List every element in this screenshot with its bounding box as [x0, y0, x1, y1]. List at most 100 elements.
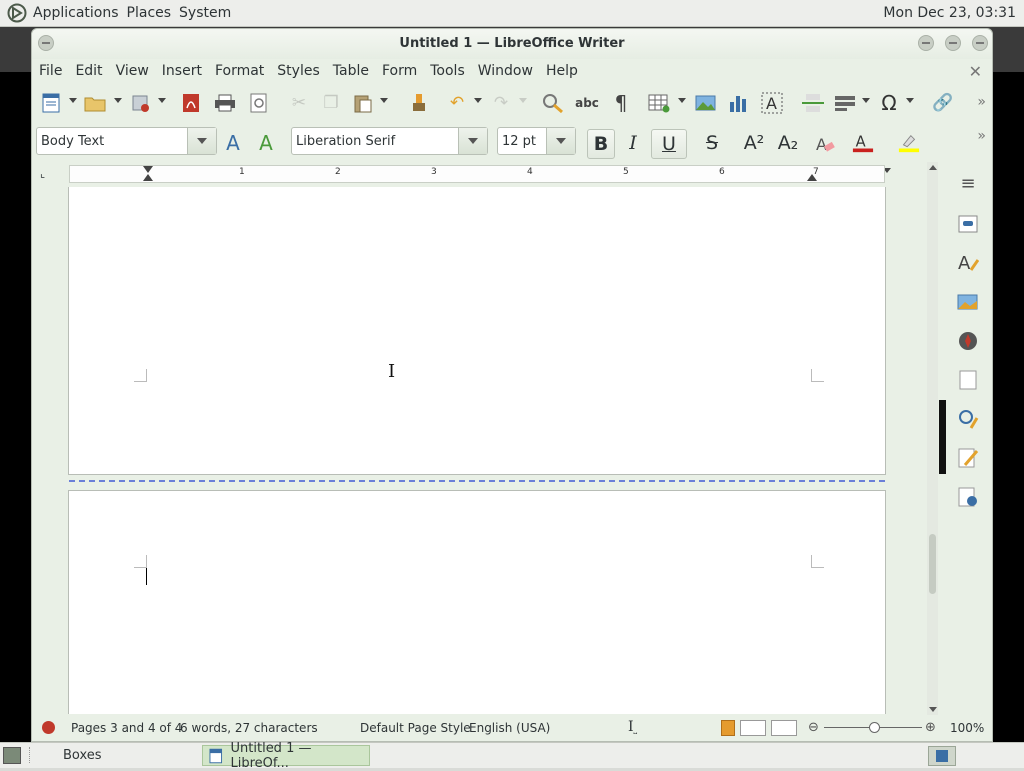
italic-button[interactable]: I	[620, 129, 646, 157]
highlight-color-icon[interactable]	[898, 132, 920, 154]
page-3[interactable]: I	[68, 187, 886, 475]
new-document-icon[interactable]	[40, 92, 62, 114]
minimize-button[interactable]	[918, 35, 934, 51]
menu-help[interactable]: Help	[539, 63, 584, 79]
workspace-switcher[interactable]	[928, 746, 956, 766]
spelling-icon[interactable]: abc	[575, 92, 599, 114]
menu-insert[interactable]: Insert	[155, 63, 208, 79]
special-character-dropdown-icon[interactable]	[906, 98, 914, 103]
page-count[interactable]: Pages 3 and 4 of 4	[71, 721, 182, 735]
window-titlebar[interactable]: Untitled 1 — LibreOffice Writer	[32, 29, 992, 59]
cut-icon[interactable]: ✂	[288, 92, 310, 114]
subscript-button[interactable]: A₂	[772, 129, 804, 157]
sidebar-collapse-handle[interactable]	[939, 400, 946, 474]
special-character-icon[interactable]: Ω	[878, 91, 900, 115]
zoom-out-icon[interactable]: ⊖	[808, 720, 819, 735]
menu-format[interactable]: Format	[208, 63, 270, 79]
new-dropdown-icon[interactable]	[69, 98, 77, 103]
menu-file[interactable]: File	[32, 63, 68, 79]
font-name-value[interactable]: Liberation Serif	[292, 134, 458, 149]
selection-mode-icon[interactable]: I ⎵	[628, 719, 637, 735]
paragraph-style-value[interactable]: Body Text	[37, 134, 187, 149]
undo-dropdown-icon[interactable]	[474, 98, 482, 103]
menu-edit[interactable]: Edit	[68, 63, 108, 79]
insert-field-icon[interactable]	[834, 92, 856, 114]
show-desktop-icon[interactable]	[3, 747, 21, 764]
scroll-down-arrow-icon[interactable]	[929, 707, 937, 712]
copy-icon[interactable]: ❐	[320, 92, 342, 114]
scrollbar-thumb[interactable]	[929, 534, 936, 594]
font-name-dropdown-icon[interactable]	[458, 128, 487, 154]
menu-table[interactable]: Table	[326, 63, 375, 79]
bold-button[interactable]: B	[587, 129, 615, 159]
page-4[interactable]	[68, 490, 886, 714]
open-folder-icon[interactable]	[84, 92, 106, 114]
export-pdf-icon[interactable]	[180, 92, 202, 114]
strikethrough-button[interactable]: S	[699, 129, 725, 157]
font-color-icon[interactable]: A	[852, 132, 874, 154]
paste-icon[interactable]	[352, 92, 374, 114]
design-icon[interactable]	[955, 484, 981, 510]
redo-icon[interactable]: ↷	[490, 92, 512, 114]
taskbar-item-writer[interactable]: Untitled 1 — LibreOf...	[202, 741, 370, 771]
menu-styles[interactable]: Styles	[270, 63, 325, 79]
document-area[interactable]: I	[32, 187, 927, 714]
formatting-overflow-icon[interactable]: »	[977, 128, 986, 144]
superscript-button[interactable]: A²	[738, 129, 770, 157]
word-count[interactable]: 6 words, 27 characters	[180, 721, 318, 735]
font-size-value[interactable]: 12 pt	[498, 134, 546, 149]
open-dropdown-icon[interactable]	[114, 98, 122, 103]
insert-table-icon[interactable]	[648, 92, 670, 114]
zoom-level[interactable]: 100%	[950, 721, 984, 735]
menu-form[interactable]: Form	[375, 63, 423, 79]
gallery-icon[interactable]	[955, 289, 981, 315]
close-document-icon[interactable]: ✕	[969, 62, 982, 81]
vertical-scrollbar[interactable]	[927, 162, 938, 715]
formatting-marks-icon[interactable]: ¶	[610, 91, 632, 115]
undo-icon[interactable]: ↶	[446, 92, 468, 114]
print-icon[interactable]	[214, 92, 236, 114]
document-modified-icon[interactable]	[42, 721, 55, 734]
scroll-up-arrow-icon[interactable]	[929, 165, 937, 170]
toolbar-overflow-icon[interactable]: »	[977, 94, 986, 110]
menu-tools[interactable]: Tools	[423, 63, 471, 79]
save-dropdown-icon[interactable]	[158, 98, 166, 103]
redo-dropdown-icon[interactable]	[519, 98, 527, 103]
clear-formatting-icon[interactable]: A	[814, 133, 836, 155]
field-dropdown-icon[interactable]	[862, 98, 870, 103]
menu-window[interactable]: Window	[471, 63, 539, 79]
page-style[interactable]: Default Page Style	[360, 721, 471, 735]
properties-icon[interactable]	[955, 211, 981, 237]
update-style-icon[interactable]: A	[222, 131, 244, 155]
save-icon[interactable]	[130, 92, 152, 114]
sidebar-menu-icon[interactable]: ≡	[955, 170, 981, 196]
font-name-combo[interactable]: Liberation Serif	[291, 127, 488, 155]
insert-image-icon[interactable]	[695, 92, 717, 114]
style-inspector-icon[interactable]	[955, 406, 981, 432]
taskbar-item-boxes[interactable]: Boxes	[63, 745, 102, 766]
table-dropdown-icon[interactable]	[678, 98, 686, 103]
places-menu[interactable]: Places	[125, 5, 178, 21]
applications-menu[interactable]: Applications	[31, 5, 125, 21]
system-menu[interactable]: System	[177, 5, 237, 21]
paragraph-style-dropdown-icon[interactable]	[187, 128, 216, 154]
navigator-icon[interactable]	[955, 328, 981, 354]
left-indent-marker[interactable]	[143, 166, 153, 173]
font-size-combo[interactable]: 12 pt	[497, 127, 576, 155]
horizontal-ruler[interactable]: 1 2 3 4 5 6 7	[69, 165, 885, 183]
zoom-in-icon[interactable]: ⊕	[925, 720, 936, 735]
first-line-indent-marker[interactable]	[143, 174, 153, 181]
language[interactable]: English (USA)	[469, 721, 550, 735]
maximize-button[interactable]	[945, 35, 961, 51]
paragraph-style-combo[interactable]: Body Text	[36, 127, 217, 155]
new-style-icon[interactable]: A	[255, 131, 277, 155]
page-icon[interactable]	[955, 367, 981, 393]
book-view-icon[interactable]	[771, 720, 797, 736]
manage-changes-icon[interactable]	[955, 445, 981, 471]
paste-dropdown-icon[interactable]	[380, 98, 388, 103]
font-size-dropdown-icon[interactable]	[546, 128, 575, 154]
clone-formatting-icon[interactable]	[408, 92, 430, 114]
tab-selector-icon[interactable]: ⌞	[40, 167, 45, 180]
single-page-view-icon[interactable]	[721, 720, 735, 736]
zoom-slider-handle[interactable]	[869, 722, 880, 733]
